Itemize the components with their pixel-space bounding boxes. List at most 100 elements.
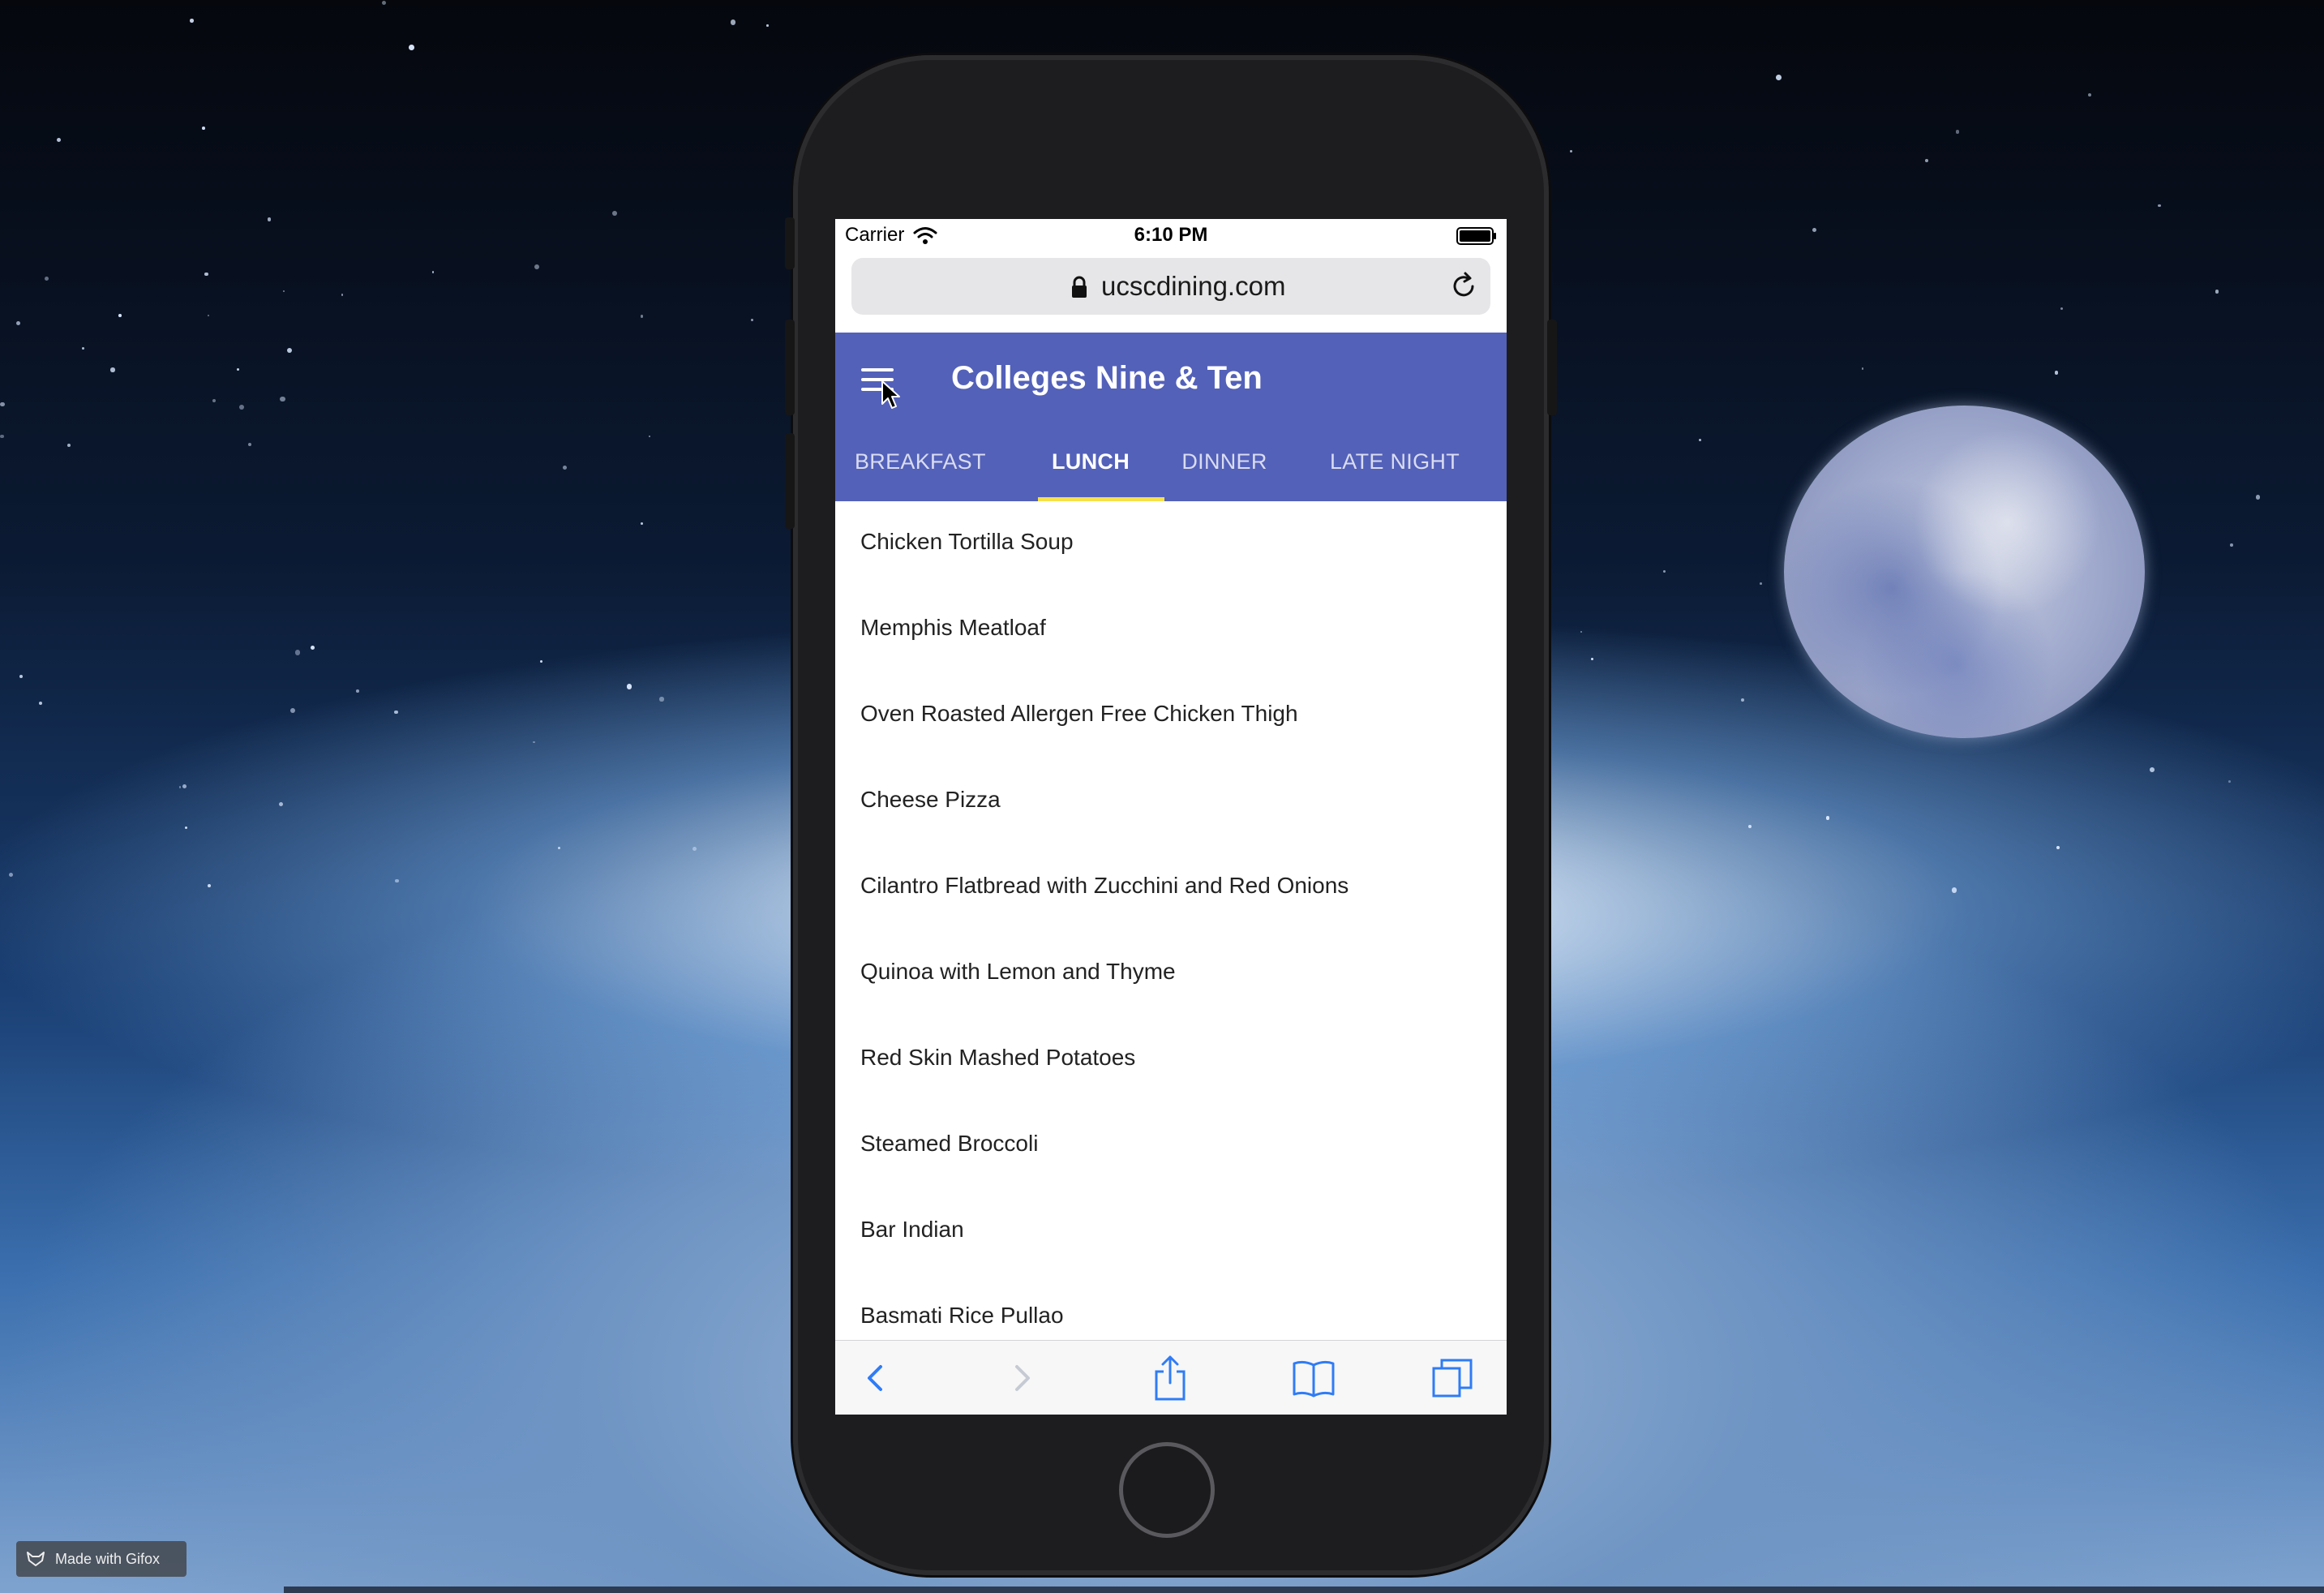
star-dot (236, 367, 240, 371)
star-dot (612, 211, 617, 217)
silent-switch (785, 217, 795, 269)
list-item[interactable]: Memphis Meatloaf (860, 615, 1046, 641)
star-dot (1776, 74, 1782, 80)
star-dot (1748, 825, 1752, 829)
star-dot (1662, 570, 1666, 573)
star-dot (750, 319, 753, 322)
star-dot (730, 19, 736, 25)
star-dot (45, 276, 49, 281)
list-item[interactable]: Basmati Rice Pullao (860, 1303, 1064, 1329)
star-dot (81, 346, 84, 350)
bookmarks-icon[interactable] (1289, 1354, 1338, 1402)
fox-logo-icon (27, 1552, 45, 1566)
list-item[interactable]: Steamed Broccoli (860, 1131, 1038, 1157)
star-dot (1580, 630, 1583, 633)
battery-icon (1456, 227, 1496, 245)
star-dot (268, 217, 272, 221)
star-dot (2215, 290, 2219, 294)
star-dot (2158, 204, 2161, 208)
star-dot (239, 404, 245, 410)
star-dot (280, 396, 286, 402)
star-dot (640, 314, 644, 318)
phone-screen: Carrier 6:10 PM ucscdining.com Colleges … (835, 219, 1507, 1415)
list-item[interactable]: Cilantro Flatbread with Zucchini and Red… (860, 873, 1349, 899)
star-dot (766, 24, 769, 27)
volume-down-button (785, 433, 795, 529)
tab-breakfast[interactable]: BREAKFAST (855, 422, 985, 501)
star-dot (1698, 439, 1701, 442)
app-header: Colleges Nine & Ten BREAKFAST LUNCH DINN… (835, 333, 1507, 501)
star-dot (311, 646, 315, 651)
star-dot (1590, 657, 1593, 661)
list-item[interactable]: Oven Roasted Allergen Free Chicken Thigh (860, 701, 1298, 727)
watermark-text: Made with Gifox (55, 1551, 161, 1567)
star-dot (534, 264, 539, 269)
star-dot (56, 137, 62, 143)
star-dot (381, 0, 386, 6)
status-time: 6:10 PM (1134, 224, 1208, 246)
star-dot (2054, 371, 2059, 375)
share-icon[interactable] (1150, 1354, 1190, 1402)
star-dot (641, 522, 644, 525)
star-dot (394, 710, 399, 715)
star-dot (2060, 307, 2063, 311)
star-dot (182, 784, 187, 788)
tab-dinner[interactable]: DINNER (1176, 422, 1273, 501)
star-dot (341, 294, 344, 296)
back-icon[interactable] (860, 1354, 892, 1402)
star-dot (557, 846, 560, 849)
list-item[interactable]: Cheese Pizza (860, 787, 1001, 813)
star-dot (189, 19, 194, 23)
star-dot (289, 707, 296, 713)
reload-icon[interactable] (1448, 271, 1479, 302)
star-dot (207, 314, 209, 317)
star-dot (408, 45, 414, 50)
volume-up-button (785, 320, 795, 415)
star-dot (648, 436, 650, 438)
star-dot (212, 399, 216, 403)
address-bar[interactable]: ucscdining.com (851, 258, 1490, 315)
star-dot (278, 801, 284, 807)
star-dot (110, 367, 115, 372)
star-dot (204, 272, 208, 276)
list-item[interactable]: Bar Indian (860, 1217, 964, 1243)
list-item[interactable]: Red Skin Mashed Potatoes (860, 1045, 1135, 1071)
star-dot (8, 873, 13, 878)
star-dot (356, 689, 360, 693)
star-dot (1760, 582, 1763, 585)
power-button (1547, 320, 1557, 415)
star-dot (431, 271, 435, 273)
star-dot (207, 883, 212, 887)
star-dot (287, 348, 293, 354)
star-dot (2228, 779, 2231, 783)
screen-edge-bar (284, 1587, 2324, 1593)
tab-lunch[interactable]: LUNCH (1038, 422, 1143, 501)
star-dot (16, 320, 20, 325)
star-dot (2230, 543, 2233, 547)
mouse-cursor-icon (881, 380, 900, 409)
star-dot (659, 697, 664, 702)
star-dot (627, 684, 632, 689)
star-dot (1569, 150, 1572, 153)
star-dot (294, 650, 301, 655)
list-item[interactable]: Quinoa with Lemon and Thyme (860, 959, 1176, 985)
star-dot (283, 290, 285, 293)
tabs-icon[interactable] (1429, 1354, 1477, 1402)
star-dot (1955, 130, 1960, 134)
star-dot (202, 126, 205, 130)
star-dot (0, 434, 4, 439)
star-dot (1825, 816, 1830, 820)
menu-item-list: Chicken Tortilla Soup Memphis Meatloaf O… (835, 501, 1507, 1355)
star-dot (2149, 767, 2155, 773)
star-dot (1925, 159, 1929, 162)
star-dot (539, 659, 543, 663)
star-dot (395, 879, 399, 883)
list-item[interactable]: Chicken Tortilla Soup (860, 529, 1074, 555)
forward-icon[interactable] (1005, 1354, 1038, 1402)
star-dot (2087, 93, 2091, 97)
star-dot (1861, 367, 1863, 370)
tab-late-night[interactable]: LATE NIGHT (1314, 422, 1476, 501)
meal-tabs: BREAKFAST LUNCH DINNER LATE NIGHT (835, 422, 1507, 501)
star-dot (178, 786, 182, 788)
home-button[interactable] (1119, 1442, 1215, 1538)
